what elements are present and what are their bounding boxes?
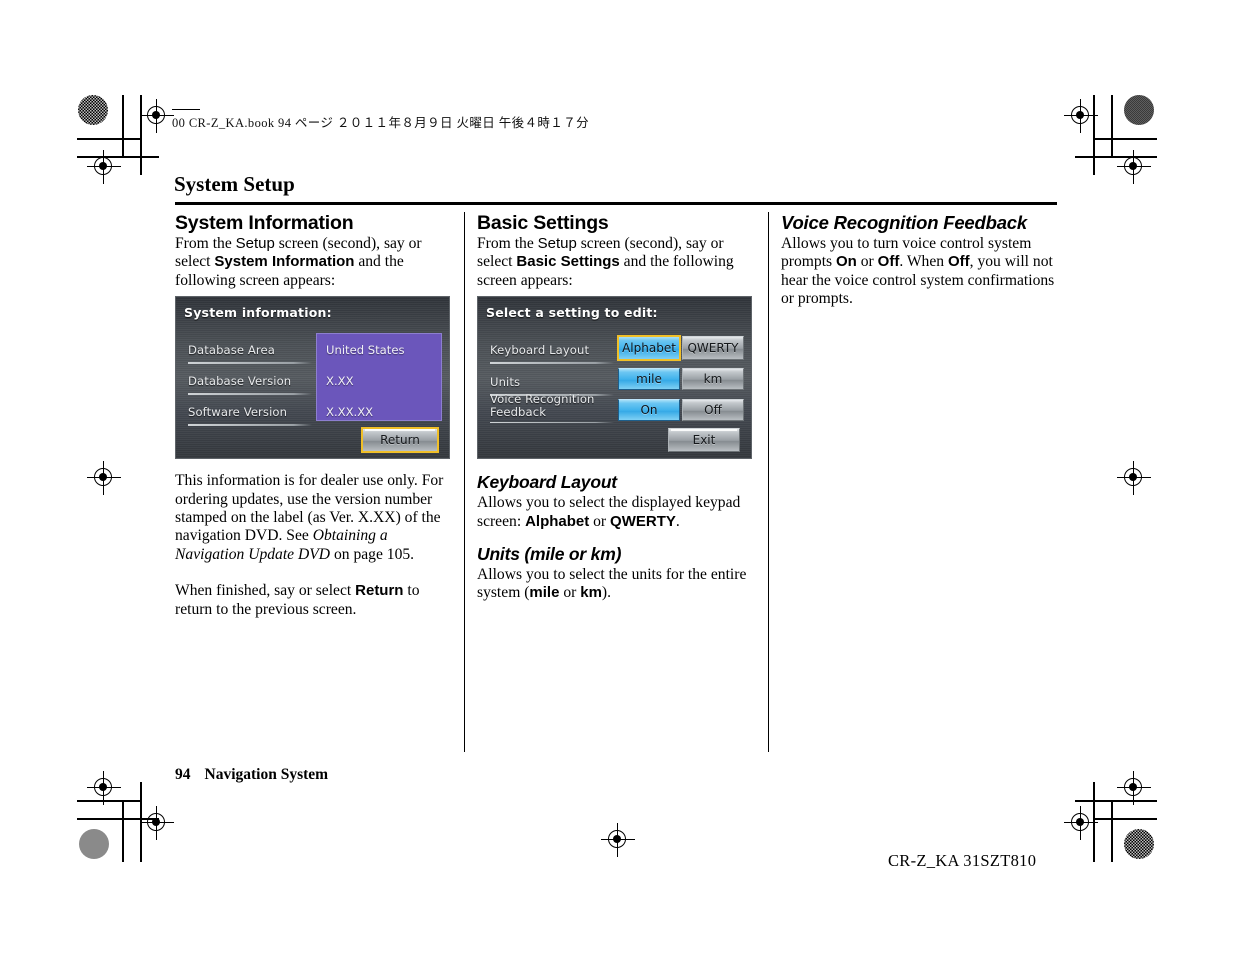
page-footer: 94 Navigation System — [175, 766, 328, 784]
registration-mark — [1117, 771, 1151, 805]
row-label-text: Software Version — [188, 405, 288, 420]
voice-recognition-feedback-description: Allows you to turn voice control system … — [781, 235, 1063, 309]
print-file-header: 00 CR-Z_KA.book 94 ページ ２０１１年８月９日 火曜日 午後４… — [172, 109, 590, 131]
document-code: CR-Z_KA 31SZT810 — [888, 851, 1037, 870]
row-label-units: Units — [490, 373, 614, 396]
crop-mark-line — [77, 138, 141, 140]
kl-text-3: . — [675, 512, 680, 530]
nav-screen-basic-settings: Select a setting to edit: Keyboard Layou… — [477, 296, 752, 460]
units-text-2: or — [559, 584, 581, 602]
row-label-text: Database Area — [188, 343, 275, 358]
units-text-1: Allows you to select the units for the e… — [477, 566, 747, 602]
exit-button[interactable]: Exit — [668, 428, 740, 453]
vrf-bold-off-2: Off — [947, 253, 970, 271]
kl-text-2: or — [589, 512, 611, 530]
option-qwerty-button[interactable]: QWERTY — [682, 336, 744, 361]
kl-bold-alphabet: Alphabet — [525, 512, 590, 530]
row-label-text: Keyboard Layout — [490, 343, 590, 358]
return-text-1: When finished, say or select — [175, 582, 356, 600]
return-button[interactable]: Return — [361, 427, 439, 454]
page-title: System Setup — [174, 172, 295, 196]
row-label-text: Units — [490, 375, 521, 390]
units-bold-km: km — [580, 584, 602, 602]
subheading-units: Units (mile or km) — [477, 544, 622, 565]
registration-mark — [1064, 99, 1098, 133]
registration-mark — [1117, 461, 1151, 495]
subheading-keyboard-layout: Keyboard Layout — [477, 472, 617, 493]
crop-mark-line — [1093, 138, 1157, 140]
intro-setup-term: Setup — [235, 235, 275, 252]
option-km-button[interactable]: km — [682, 368, 744, 391]
halftone-target — [79, 829, 109, 859]
column-divider — [464, 212, 465, 752]
units-bold-mile: mile — [529, 584, 560, 602]
dealer-use-text-1: This information is for dealer use only.… — [175, 472, 444, 545]
registration-mark — [601, 823, 635, 857]
return-bold-term: Return — [355, 582, 404, 600]
keyboard-layout-description: Allows you to select the displayed keypa… — [477, 494, 755, 531]
row-value-database-version: X.XX — [326, 374, 354, 389]
registration-mark — [1064, 806, 1098, 840]
option-alphabet-button[interactable]: Alphabet — [617, 335, 681, 362]
option-on-button[interactable]: On — [618, 399, 680, 422]
intro-text-1: From the — [175, 235, 236, 252]
dealer-use-paragraph: This information is for dealer use only.… — [175, 472, 453, 564]
row-label-software-version: Software Version — [188, 403, 312, 426]
crop-mark-line — [122, 95, 124, 157]
system-information-intro: From the Setup screen (second), say or s… — [175, 235, 453, 290]
intro-text-1: From the — [477, 235, 538, 252]
crop-mark-line — [1093, 818, 1157, 820]
registration-mark — [87, 150, 121, 184]
registration-mark — [1117, 150, 1151, 184]
column-divider — [768, 212, 769, 752]
subheading-voice-recognition-feedback: Voice Recognition Feedback — [781, 212, 1027, 233]
registration-mark — [87, 771, 121, 805]
intro-bold-term: System Information — [214, 253, 355, 271]
row-label-database-area: Database Area — [188, 341, 312, 364]
kl-bold-qwerty: QWERTY — [610, 512, 676, 530]
row-label-database-version: Database Version — [188, 372, 312, 395]
units-text-3: ). — [601, 584, 612, 602]
crop-mark-line — [122, 800, 124, 862]
vrf-bold-on: On — [836, 253, 857, 271]
halftone-target — [78, 95, 108, 125]
heading-basic-settings: Basic Settings — [477, 212, 609, 234]
return-paragraph: When finished, say or select Return to r… — [175, 582, 453, 619]
registration-mark — [140, 99, 174, 133]
row-value-database-area: United States — [326, 343, 405, 358]
nav-screen-title: System information: — [184, 305, 332, 321]
dealer-use-text-2: on page 105. — [330, 545, 415, 563]
page-number: 94 — [175, 766, 191, 783]
registration-mark — [140, 806, 174, 840]
halftone-target — [1124, 95, 1154, 125]
row-label-text-line2: Feedback — [490, 404, 547, 419]
nav-screen-system-information: System information: Database Area Databa… — [175, 296, 450, 460]
halftone-target — [1124, 829, 1154, 859]
basic-settings-intro: From the Setup screen (second), say or s… — [477, 235, 755, 290]
registration-mark — [87, 461, 121, 495]
intro-bold-term: Basic Settings — [516, 253, 620, 271]
column-left: System Information From the Setup screen… — [175, 212, 453, 619]
footer-section-name: Navigation System — [204, 766, 329, 783]
vrf-text-3: . When — [899, 253, 948, 271]
option-mile-button[interactable]: mile — [618, 368, 680, 391]
option-off-button[interactable]: Off — [682, 399, 744, 422]
intro-setup-term: Setup — [537, 235, 577, 252]
column-middle: Basic Settings From the Setup screen (se… — [477, 212, 755, 603]
crop-mark-line — [1111, 800, 1113, 862]
crop-mark-line — [1111, 95, 1113, 157]
print-file-header-text: 00 CR-Z_KA.book 94 ページ ２０１１年８月９日 火曜日 午後４… — [172, 116, 590, 130]
nav-screen-title: Select a setting to edit: — [486, 305, 658, 321]
row-label-voice-recognition-feedback: Voice Recognition Feedback — [490, 393, 614, 424]
units-description: Allows you to select the units for the e… — [477, 566, 755, 603]
row-value-software-version: X.XX.XX — [326, 405, 374, 420]
vrf-bold-off: Off — [877, 253, 900, 271]
row-label-keyboard-layout: Keyboard Layout — [490, 341, 614, 364]
title-rule — [175, 202, 1057, 205]
column-right: Voice Recognition Feedback Allows you to… — [781, 212, 1063, 309]
row-label-text: Database Version — [188, 374, 292, 389]
vrf-text-2: or — [856, 253, 878, 271]
heading-system-information: System Information — [175, 212, 354, 234]
